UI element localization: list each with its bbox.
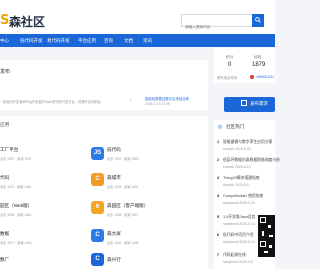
community-item-meta: samplerail 2025-5-6 xyxy=(223,260,253,264)
search-box xyxy=(181,14,254,32)
app-name[interactable]: 数据 xyxy=(0,231,9,237)
stat-label: 经验 xyxy=(254,55,262,59)
logo-mark: S xyxy=(0,13,10,28)
announcement-desc: 一款面向开发者和Ping开发者的SaaS低代码开发平台，请随时访问体验。 xyxy=(0,100,104,104)
phone-icon xyxy=(250,75,254,79)
app-meta: 点击 1254 · 阅读 1601 xyxy=(107,185,139,189)
community-item-meta: samplerail 2025-5-30 xyxy=(223,201,255,205)
qr-code xyxy=(258,215,275,257)
app-icon-xing[interactable]: C xyxy=(91,253,104,266)
community-title: 社区热门 xyxy=(226,124,245,129)
site-name[interactable]: 森社区 xyxy=(9,13,45,30)
main-nav: 中心 低代码开发 易代码开发 平台应用 咨询 文档 资讯 xyxy=(0,34,275,47)
rank-number: 2 xyxy=(217,158,220,162)
search-input[interactable] xyxy=(182,22,252,32)
nav-item-lowcode[interactable]: 低代码开发 xyxy=(20,34,43,47)
app-name[interactable]: 工厂平台 xyxy=(0,147,18,153)
nav-item-news[interactable]: 资讯 xyxy=(143,34,152,47)
fire-icon: ◎ xyxy=(218,124,223,130)
nav-item-easycode[interactable]: 易代码开发 xyxy=(47,34,70,47)
rank-number: 3 xyxy=(217,176,220,180)
app-name[interactable]: 森园区（客户端版） xyxy=(107,203,148,209)
nav-item-docs[interactable]: 文档 xyxy=(124,34,133,47)
header: S 森社区 xyxy=(0,0,275,34)
app-name[interactable]: 森兴行 xyxy=(107,257,121,263)
app-meta: 点击 1140 · 阅读 1405 xyxy=(107,241,139,245)
publish-button[interactable]: 发布需求 xyxy=(224,97,275,112)
apps-section-label: 应用 xyxy=(0,122,10,127)
announcement-card: 发布 一款面向开发者和Ping开发者的SaaS低代码开发平台，请随时访问体验。 … xyxy=(0,60,208,110)
search-button[interactable] xyxy=(252,14,264,27)
app-name[interactable]: 森城市 xyxy=(107,175,121,181)
phone-label: 联系电话号码 xyxy=(217,76,238,80)
community-item-meta: smooth 2025-6-25 xyxy=(223,147,251,151)
community-item[interactable]: 代码起源在线 xyxy=(223,253,246,258)
app-name[interactable]: 园区（Web版） xyxy=(0,203,32,209)
app-icon-park-client[interactable]: 6 xyxy=(91,201,104,214)
app-name[interactable]: 代码 xyxy=(0,175,9,181)
edit-icon xyxy=(241,100,247,106)
app-meta: 点击 1077 · 阅读 1260 xyxy=(0,241,32,245)
stat-value: 0 xyxy=(228,62,232,68)
publish-button-label: 发布需求 xyxy=(250,100,268,106)
announcement-title: 发布 xyxy=(0,69,11,75)
phone-value[interactable]: 1890001111 xyxy=(256,75,274,79)
app-icon-lowcode[interactable]: JS xyxy=(91,147,104,160)
app-icon-bigscreen[interactable]: C xyxy=(91,229,104,242)
stat-value: 1879 xyxy=(252,62,266,68)
rank-number: 7 xyxy=(217,253,220,257)
announcement-note[interactable]: 智能化数据加载平台来结合新 xyxy=(145,96,189,101)
stat-label: 积分 xyxy=(226,55,234,59)
app-meta: 点击 1151 · 阅读 1480 xyxy=(0,185,32,189)
rank-number: 5 xyxy=(217,215,220,219)
announcement-quote-icon: “ xyxy=(130,98,132,103)
app-meta: 点击 1196 · 阅读 1420 xyxy=(0,213,32,217)
nav-item-consult[interactable]: 咨询 xyxy=(104,34,113,47)
community-item[interactable]: Thing20模块搭建指南 xyxy=(223,176,260,181)
app-meta: 点击 1297 · 阅读 1593 xyxy=(107,157,139,161)
community-item-meta: samplerail 2025-5-13 xyxy=(223,222,255,226)
apps-card: 应用 工厂平台 点击 1287 · 阅读 1537 代码 点击 1151 · 阅… xyxy=(0,116,208,269)
nav-item-platform[interactable]: 平台应用 xyxy=(78,34,96,47)
nav-item-center[interactable]: 中心 xyxy=(0,34,14,47)
app-meta: 点击 1268 · 阅读 1617 xyxy=(107,213,139,217)
community-item[interactable]: 1.0开发版Java及其 xyxy=(223,215,255,220)
community-item[interactable]: 低层环数据仿真数据智能调度分析 xyxy=(223,158,280,163)
search-icon xyxy=(255,17,261,23)
community-item-meta: samplerail 2025-5-13 xyxy=(223,240,255,244)
community-item[interactable]: 智能建模与数字孪生应用方案 xyxy=(223,140,272,145)
app-icon-city[interactable]: C xyxy=(91,173,104,186)
rank-number: 6 xyxy=(217,233,220,237)
app-name[interactable]: 森大屏 xyxy=(107,231,121,237)
rank-number: 4 xyxy=(217,194,220,198)
rank-number: 1 xyxy=(217,140,220,144)
app-name[interactable]: 低代码 xyxy=(107,147,121,153)
user-stats-card: 积分 0 经验 1879 联系电话号码 1890001111 xyxy=(214,48,275,83)
community-item[interactable]: CompoBuilder 使用指南 xyxy=(223,194,263,199)
community-item[interactable]: 低代码中项目介绍 xyxy=(223,233,253,238)
app-meta: 点击 1287 · 阅读 1537 xyxy=(0,157,32,161)
community-item-meta: smooth 2025-6-10 xyxy=(223,165,251,169)
announcement-date: 2025-7-14 07:29 xyxy=(145,102,170,106)
app-name[interactable]: 数厂 xyxy=(0,257,9,263)
community-item-meta: smooth 2025-6-9 xyxy=(223,183,249,187)
